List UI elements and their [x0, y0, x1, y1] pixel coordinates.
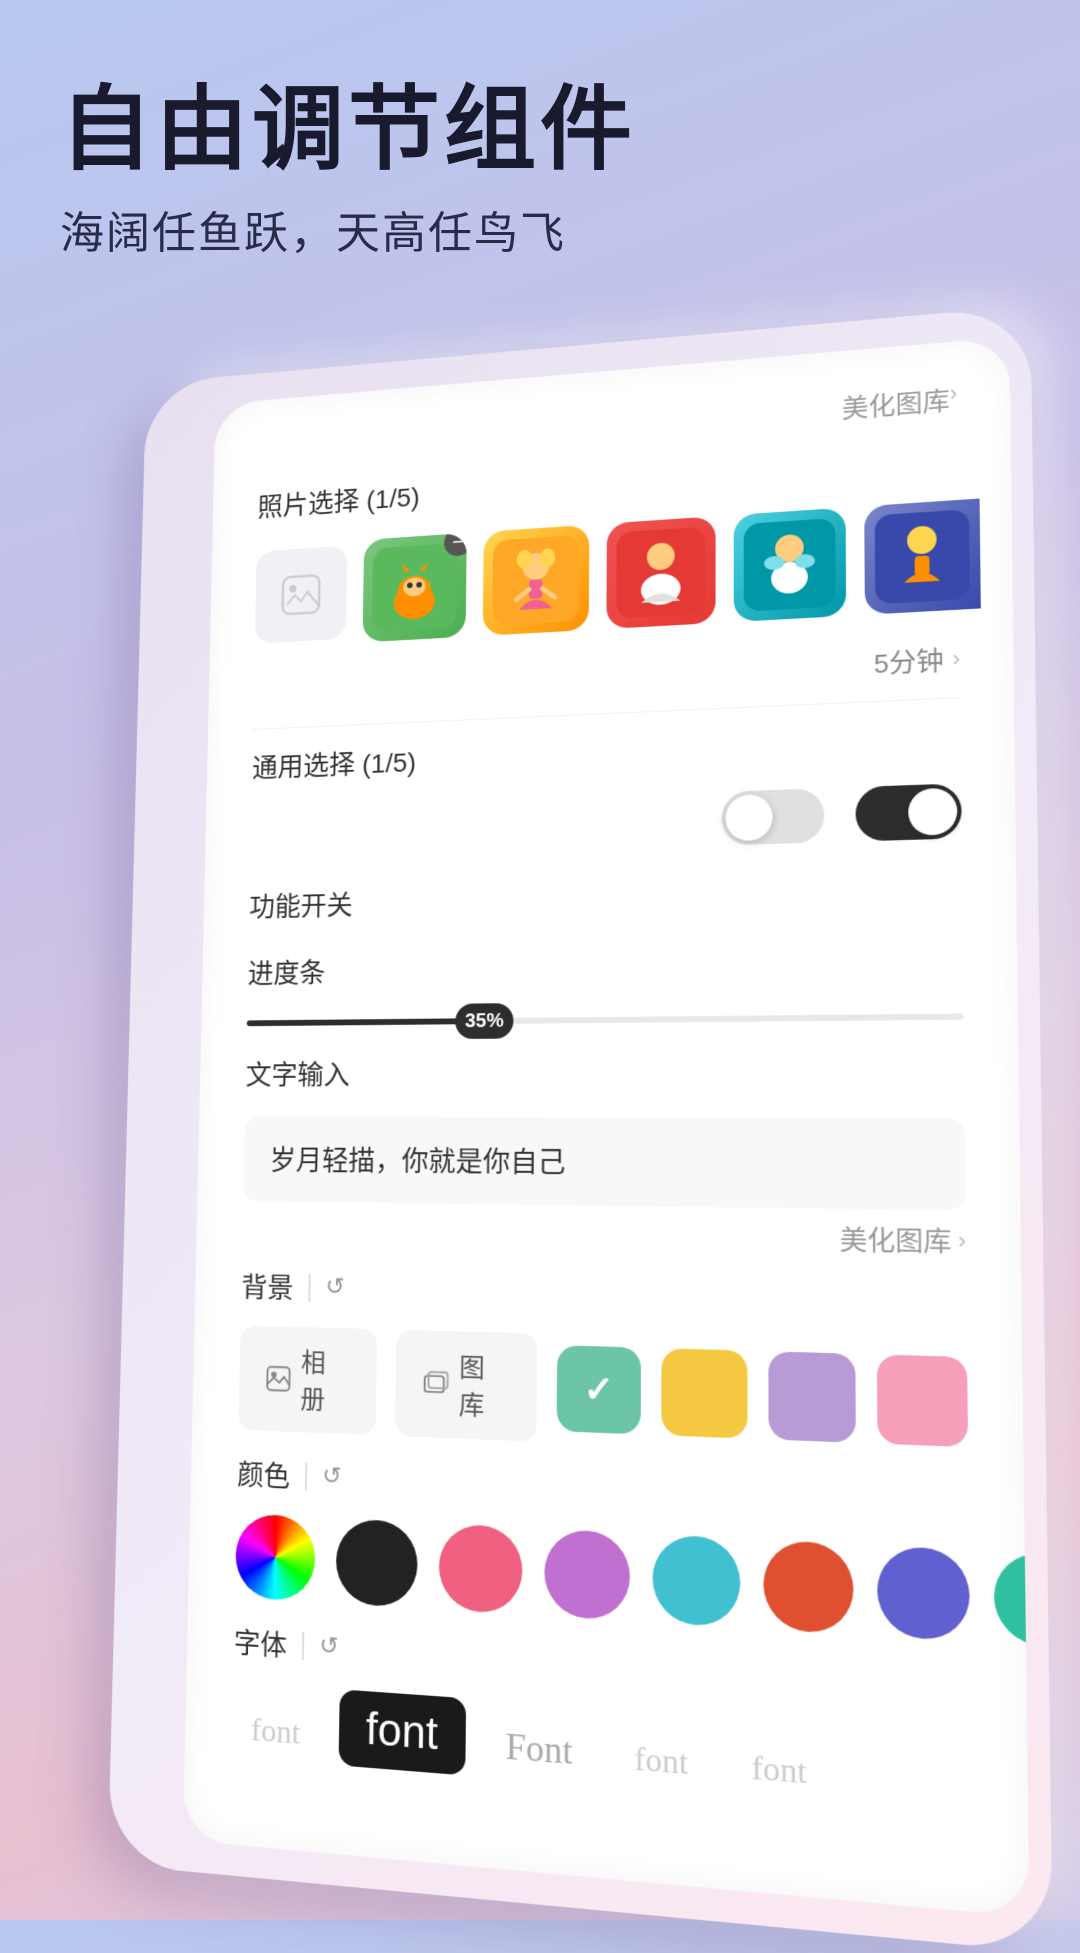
toggles-row — [250, 783, 962, 859]
color-teal[interactable] — [652, 1534, 740, 1628]
color-section-header: 颜色 ↺ — [237, 1454, 969, 1529]
thumb-image-3 — [606, 516, 715, 629]
bg-refresh-icon[interactable]: ↺ — [325, 1272, 356, 1304]
time-chevron-icon: › — [952, 645, 960, 672]
font-sample-3[interactable]: Font — [485, 1712, 593, 1786]
color-wheel-picker[interactable] — [235, 1513, 316, 1602]
photo-thumb-4[interactable] — [734, 508, 847, 623]
text-input-label: 文字输入 — [245, 1051, 964, 1093]
color-title: 颜色 — [237, 1454, 290, 1496]
photos-row — [255, 500, 960, 648]
add-photo-icon — [278, 570, 324, 619]
feature-section: 功能开关 — [249, 869, 963, 925]
toggle-off[interactable] — [722, 788, 825, 845]
color-black[interactable] — [335, 1518, 418, 1608]
time-value: 5分钟 — [874, 641, 944, 681]
progress-track[interactable]: 35% — [247, 1014, 964, 1027]
gallery-label: 图库 — [459, 1347, 510, 1424]
bg-swatch-green[interactable] — [557, 1345, 641, 1434]
album-icon — [265, 1364, 291, 1393]
color-section: 颜色 ↺ — [235, 1454, 970, 1642]
toggle-on[interactable] — [855, 783, 961, 841]
font-title: 字体 — [234, 1621, 288, 1665]
divider-vertical-2 — [305, 1462, 307, 1490]
chevron-right-icon: › — [949, 380, 957, 417]
general-label: 通用选择 (1/5) — [252, 718, 961, 786]
gallery-button[interactable]: 图库 — [395, 1330, 538, 1442]
thumb-image-4 — [734, 508, 847, 623]
page-title: 自由调节组件 — [60, 80, 636, 181]
phone-mockup: 美化图库 › 照片选择 (1/5) — [108, 305, 1053, 1953]
font-sample-1[interactable]: font — [232, 1699, 320, 1764]
photo-thumb-2[interactable] — [483, 525, 590, 636]
bg-swatch-yellow[interactable] — [661, 1348, 747, 1438]
text-input-field[interactable]: 岁月轻描，你就是你自己 — [243, 1116, 965, 1210]
add-photo-button[interactable] — [255, 546, 348, 644]
color-orange[interactable] — [763, 1540, 853, 1635]
photo-thumb-1[interactable] — [362, 533, 466, 642]
thumb-image-1 — [362, 533, 466, 642]
time-row[interactable]: 5分钟 › — [253, 640, 960, 711]
progress-thumb[interactable]: 35% — [455, 1003, 514, 1039]
text-library-link-text: 美化图库 — [839, 1219, 951, 1260]
progress-label: 进度条 — [248, 941, 964, 992]
color-options-row — [235, 1513, 970, 1642]
color-cyan[interactable] — [994, 1551, 1030, 1649]
bg-options-row: 相册 图库 — [238, 1325, 968, 1459]
inner-card: 美化图库 › 照片选择 (1/5) — [183, 337, 1030, 1917]
text-input-section: 文字输入 岁月轻描，你就是你自己 美化图库 › — [242, 1051, 966, 1260]
color-blue[interactable] — [877, 1545, 970, 1641]
text-library-chevron-icon: › — [958, 1227, 966, 1255]
header-section: 自由调节组件 海阔任鱼跃，天高任鸟飞 — [60, 80, 636, 261]
photo-thumb-5[interactable] — [864, 499, 981, 615]
feature-label: 功能开关 — [249, 869, 963, 925]
font-section: 字体 ↺ font font Font font font — [232, 1621, 972, 1816]
progress-section: 进度条 35% — [247, 941, 964, 1026]
text-library-link[interactable]: 美化图库 › — [242, 1211, 966, 1260]
album-label: 相册 — [300, 1343, 350, 1418]
thumb-image-2 — [483, 525, 590, 636]
bg-swatch-pink[interactable] — [877, 1354, 968, 1447]
photo-thumb-3[interactable] — [606, 516, 715, 629]
font-sample-4[interactable]: font — [613, 1727, 709, 1795]
toggle-on-thumb — [908, 788, 957, 836]
color-pink[interactable] — [438, 1523, 522, 1614]
progress-value: 35% — [465, 1010, 504, 1033]
page-subtitle: 海阔任鱼跃，天高任鸟飞 — [60, 197, 636, 261]
photos-section: 照片选择 (1/5) — [255, 437, 960, 649]
bg-title: 背景 — [241, 1267, 294, 1307]
font-refresh-icon[interactable]: ↺ — [319, 1631, 350, 1666]
gallery-icon — [422, 1369, 449, 1398]
font-sample-selected[interactable]: font — [338, 1689, 466, 1775]
album-button[interactable]: 相册 — [238, 1325, 376, 1435]
library-link-text: 美化图库 — [842, 381, 950, 426]
divider-vertical-1 — [308, 1274, 310, 1302]
progress-fill — [247, 1018, 485, 1026]
color-purple[interactable] — [544, 1529, 630, 1621]
bg-section-header: 背景 ↺ — [241, 1267, 967, 1324]
background-section: 背景 ↺ 相册 — [238, 1267, 968, 1459]
color-refresh-icon[interactable]: ↺ — [322, 1461, 353, 1495]
general-section: 通用选择 (1/5) — [250, 718, 962, 859]
bg-swatch-purple[interactable] — [768, 1351, 856, 1443]
card-content: 美化图库 › 照片选择 (1/5) — [183, 337, 1030, 1917]
toggle-off-thumb — [726, 794, 773, 841]
text-input-value: 岁月轻描，你就是你自己 — [270, 1145, 566, 1178]
divider-vertical-3 — [302, 1632, 304, 1661]
font-sample-5[interactable]: font — [730, 1735, 828, 1804]
thumb-image-5 — [864, 499, 981, 615]
